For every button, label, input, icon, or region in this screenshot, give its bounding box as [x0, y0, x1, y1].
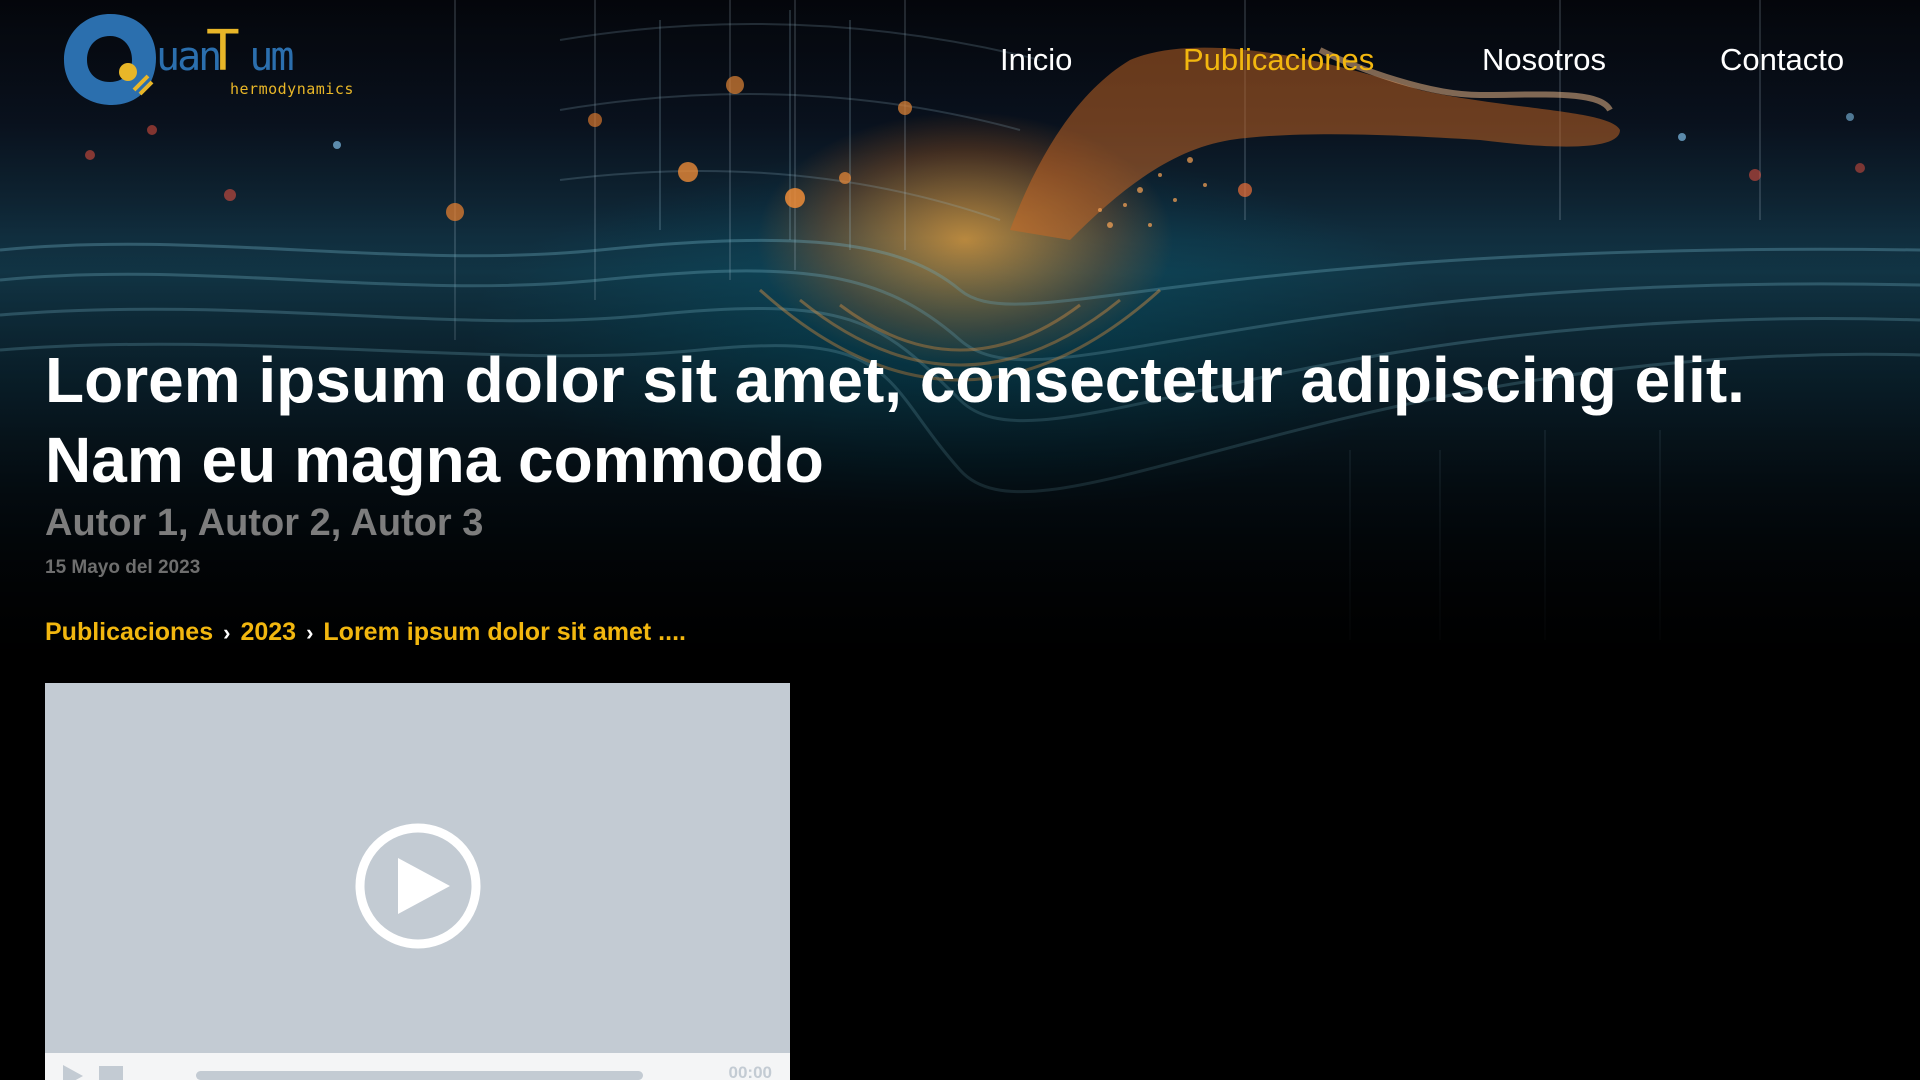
breadcrumb-item-publicaciones[interactable]: Publicaciones	[45, 618, 213, 647]
nav-item-inicio[interactable]: Inicio	[1000, 42, 1072, 78]
chevron-right-icon: ›	[306, 619, 314, 645]
site-logo[interactable]: uan um T hermodynamics	[60, 10, 380, 110]
play-icon[interactable]	[61, 1065, 83, 1080]
logo-letter-t: T	[206, 19, 240, 84]
breadcrumb-item-current: Lorem ipsum dolor sit amet ....	[323, 618, 686, 646]
video-progress-bar[interactable]	[196, 1071, 643, 1080]
nav-item-nosotros[interactable]: Nosotros	[1482, 42, 1606, 78]
play-circle-icon[interactable]	[354, 822, 482, 950]
article-date: 15 Mayo del 2023	[45, 557, 201, 578]
article-title: Lorem ipsum dolor sit amet, consectetur …	[45, 344, 1745, 496]
video-player[interactable]: 00:00	[45, 683, 790, 1080]
article-authors: Autor 1, Autor 2, Autor 3	[45, 502, 484, 544]
breadcrumb: Publicaciones › 2023 › Lorem ipsum dolor…	[45, 618, 686, 647]
nav-item-publicaciones[interactable]: Publicaciones	[1183, 42, 1374, 78]
breadcrumb-item-year[interactable]: 2023	[240, 618, 296, 647]
chevron-right-icon: ›	[223, 619, 231, 645]
main-nav: Inicio Publicaciones Nosotros Contacto	[1000, 42, 1850, 92]
video-time: 00:00	[728, 1063, 772, 1080]
stop-icon[interactable]	[99, 1066, 123, 1080]
nav-item-contacto[interactable]: Contacto	[1720, 42, 1844, 78]
logo-subtitle: hermodynamics	[230, 80, 354, 98]
logo-ring-icon	[64, 14, 156, 105]
video-controls: 00:00	[45, 1053, 790, 1080]
